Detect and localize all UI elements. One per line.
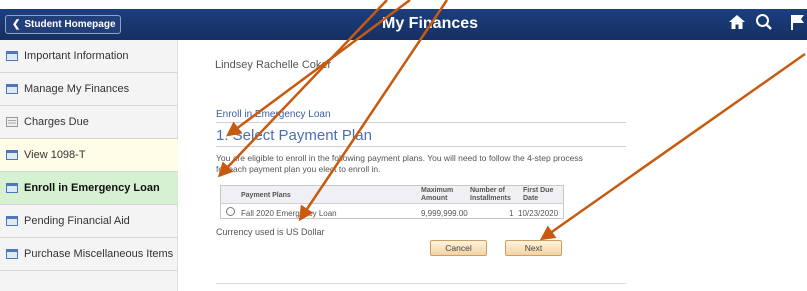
table-header: Payment Plans Maximum Amount Number of I… bbox=[221, 186, 563, 204]
sidebar-item-important-information[interactable]: Important Information bbox=[0, 40, 178, 73]
sidebar-item-purchase-miscellaneous-items[interactable]: Purchase Miscellaneous Items bbox=[0, 238, 178, 271]
sidebar-item-pending-financial-aid[interactable]: Pending Financial Aid bbox=[0, 205, 178, 238]
search-icon[interactable] bbox=[754, 12, 776, 34]
page: ❮ Student Homepage My Finances Important … bbox=[0, 0, 807, 291]
sidebar-item-label: Enroll in Emergency Loan bbox=[24, 182, 160, 194]
sidebar: Important Information Manage My Finances… bbox=[0, 40, 178, 291]
user-name: Lindsey Rachelle Coker bbox=[215, 59, 332, 71]
folder-icon bbox=[6, 51, 18, 61]
column-header-installments: Number of Installments bbox=[470, 187, 511, 202]
divider bbox=[216, 146, 626, 147]
table-cell-first-due: 10/23/2020 bbox=[518, 209, 559, 218]
main-content: Lindsey Rachelle Coker Enroll in Emergen… bbox=[179, 40, 807, 291]
table-cell-installments: 1 bbox=[509, 209, 514, 218]
sidebar-item-label: Important Information bbox=[24, 50, 129, 62]
step-heading: 1. Select Payment Plan bbox=[216, 127, 372, 144]
table-cell-plan: Fall 2020 Emergency Loan bbox=[241, 209, 337, 218]
folder-icon bbox=[6, 216, 18, 226]
column-header-first-due-date: First Due Date bbox=[523, 187, 554, 202]
chevron-left-icon: ❮ bbox=[12, 19, 21, 30]
home-icon[interactable] bbox=[727, 12, 749, 34]
description-text: You are eligible to enroll in the follow… bbox=[216, 153, 583, 174]
column-header-payment-plans: Payment Plans bbox=[241, 192, 291, 199]
section-link[interactable]: Enroll in Emergency Loan bbox=[216, 109, 331, 120]
sidebar-item-charges-due[interactable]: Charges Due bbox=[0, 106, 178, 139]
sidebar-item-label: Manage My Finances bbox=[24, 83, 130, 95]
sidebar-item-manage-my-finances[interactable]: Manage My Finances bbox=[0, 73, 178, 106]
payment-plan-table: Payment Plans Maximum Amount Number of I… bbox=[220, 185, 564, 219]
folder-icon bbox=[6, 249, 18, 259]
folder-icon bbox=[6, 84, 18, 94]
flag-icon[interactable] bbox=[788, 12, 807, 34]
plan-radio-button[interactable] bbox=[226, 207, 235, 216]
sidebar-item-label: View 1098-T bbox=[24, 149, 86, 161]
student-homepage-button[interactable]: ❮ Student Homepage bbox=[5, 15, 121, 34]
sidebar-item-label: Pending Financial Aid bbox=[24, 215, 130, 227]
document-icon bbox=[6, 117, 18, 127]
column-header-maximum-amount: Maximum Amount bbox=[421, 187, 454, 202]
divider bbox=[216, 283, 626, 284]
next-button[interactable]: Next bbox=[505, 240, 562, 256]
sidebar-item-enroll-in-emergency-loan[interactable]: Enroll in Emergency Loan bbox=[0, 172, 178, 205]
sidebar-item-view-1098-t[interactable]: View 1098-T bbox=[0, 139, 178, 172]
currency-note: Currency used is US Dollar bbox=[216, 227, 325, 237]
divider bbox=[216, 122, 626, 123]
cancel-button[interactable]: Cancel bbox=[430, 240, 487, 256]
folder-icon bbox=[6, 150, 18, 160]
table-cell-max-amount: 9,999,999.00 bbox=[421, 209, 468, 218]
sidebar-item-label: Purchase Miscellaneous Items bbox=[24, 248, 174, 260]
student-homepage-label: Student Homepage bbox=[24, 19, 116, 30]
header-bar: ❮ Student Homepage My Finances bbox=[0, 0, 807, 40]
page-title: My Finances bbox=[382, 15, 479, 32]
sidebar-item-label: Charges Due bbox=[24, 116, 89, 128]
folder-icon bbox=[6, 183, 18, 193]
